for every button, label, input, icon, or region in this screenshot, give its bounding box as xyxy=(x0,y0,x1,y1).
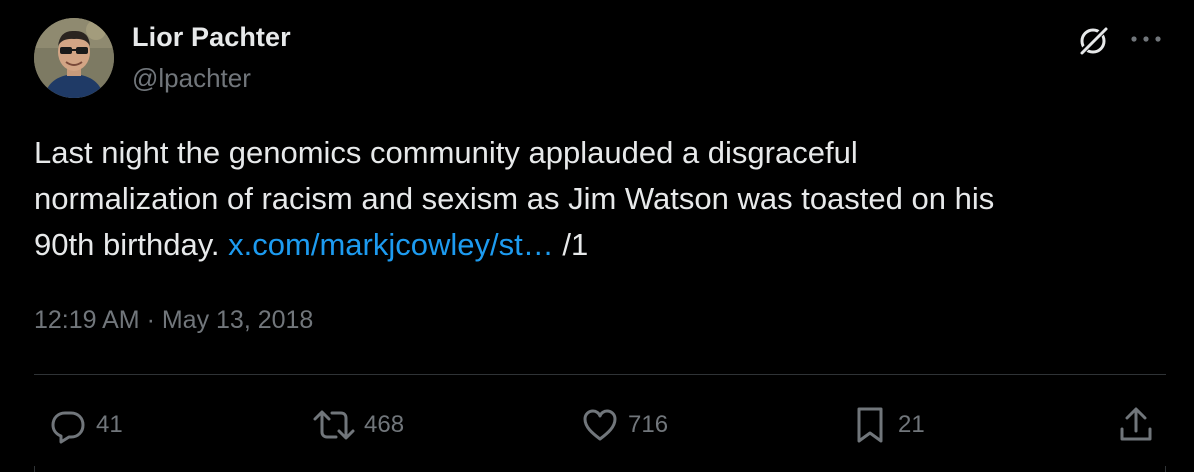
bookmark-count: 21 xyxy=(898,411,925,438)
tweet-text-line: 90th birthday. x.com/markjcowley/st… /1 xyxy=(34,222,1154,268)
tweet-link[interactable]: x.com/markjcowley/st… xyxy=(228,227,554,262)
profile-photo-icon xyxy=(34,18,114,98)
grok-icon[interactable] xyxy=(1076,24,1110,58)
tweet-text-line: normalization of racism and sexism as Ji… xyxy=(34,181,995,216)
reply-count: 41 xyxy=(96,411,123,438)
tweet-text-prefix: 90th birthday. xyxy=(34,227,229,262)
tweet-card: Lior Pachter @lpachter Last night the ge… xyxy=(0,0,1194,472)
share-button[interactable] xyxy=(1116,405,1156,445)
retweet-icon xyxy=(312,405,356,445)
retweet-count: 468 xyxy=(364,411,405,438)
author-handle[interactable]: @lpachter xyxy=(132,63,251,94)
bookmark-icon xyxy=(850,405,890,445)
avatar[interactable] xyxy=(34,18,114,98)
retweet-button[interactable]: 468 xyxy=(312,405,404,445)
bookmark-button[interactable]: 21 xyxy=(850,405,925,445)
tweet-text: Last night the genomics community applau… xyxy=(34,130,1154,268)
card-bottom-edge xyxy=(34,466,1166,472)
tweet-text-line: Last night the genomics community applau… xyxy=(34,135,858,170)
heart-icon xyxy=(580,405,620,445)
like-button[interactable]: 716 xyxy=(580,405,668,445)
share-icon xyxy=(1116,405,1156,445)
tweet-timestamp[interactable]: 12:19 AM · May 13, 2018 xyxy=(34,306,313,335)
author-name[interactable]: Lior Pachter xyxy=(132,22,291,53)
more-icon[interactable] xyxy=(1128,27,1164,51)
reply-icon xyxy=(48,405,88,445)
divider xyxy=(34,374,1166,375)
like-count: 716 xyxy=(628,411,669,438)
reply-button[interactable]: 41 xyxy=(48,405,123,445)
tweet-text-suffix: /1 xyxy=(553,227,589,262)
